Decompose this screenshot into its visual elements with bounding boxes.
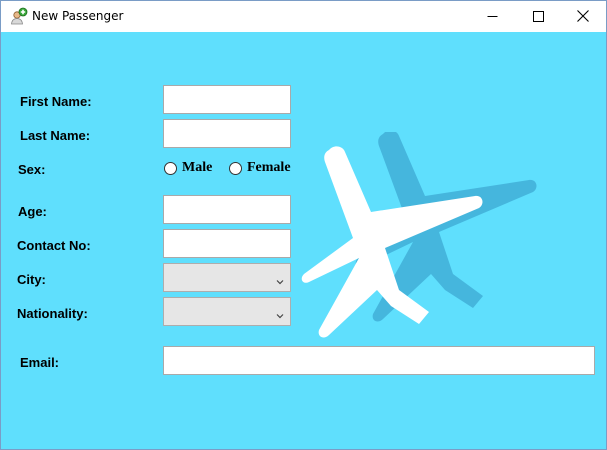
last-name-label: Last Name: [20,128,91,143]
sex-female-label: Female [247,160,291,175]
contact-no-label: Contact No: [17,238,91,253]
chevron-down-icon [276,307,284,319]
window-title: New Passenger [32,9,124,23]
chevron-down-icon [276,273,284,285]
city-label: City: [17,272,46,287]
first-name-label: First Name: [20,94,92,109]
sex-male-label: Male [182,160,213,175]
sex-label: Sex: [18,162,46,177]
radio-circle-icon [229,161,242,175]
minimize-icon [487,11,498,22]
maximize-icon [532,10,544,22]
age-label: Age: [18,204,47,219]
new-passenger-window: New Passenger First Name: Last Name: Sex… [0,0,607,450]
sex-male-radio[interactable]: Male [164,160,212,176]
airplane-icon [301,132,537,338]
close-icon [577,10,589,22]
first-name-input[interactable] [163,85,291,114]
nationality-select[interactable] [163,297,291,326]
contact-no-input[interactable] [163,229,291,258]
close-button[interactable] [560,1,606,31]
radio-circle-icon [164,161,177,175]
last-name-input[interactable] [163,119,291,148]
user-add-icon [10,7,28,25]
email-label: Email: [20,355,60,370]
sex-female-radio[interactable]: Female [229,160,291,176]
title-bar[interactable]: New Passenger [1,1,606,32]
nationality-label: Nationality: [17,306,88,321]
age-input[interactable] [163,195,291,224]
city-select[interactable] [163,263,291,292]
maximize-button[interactable] [515,1,561,31]
minimize-button[interactable] [469,1,515,31]
form-area: First Name: Last Name: Sex: Male Female … [1,32,606,449]
